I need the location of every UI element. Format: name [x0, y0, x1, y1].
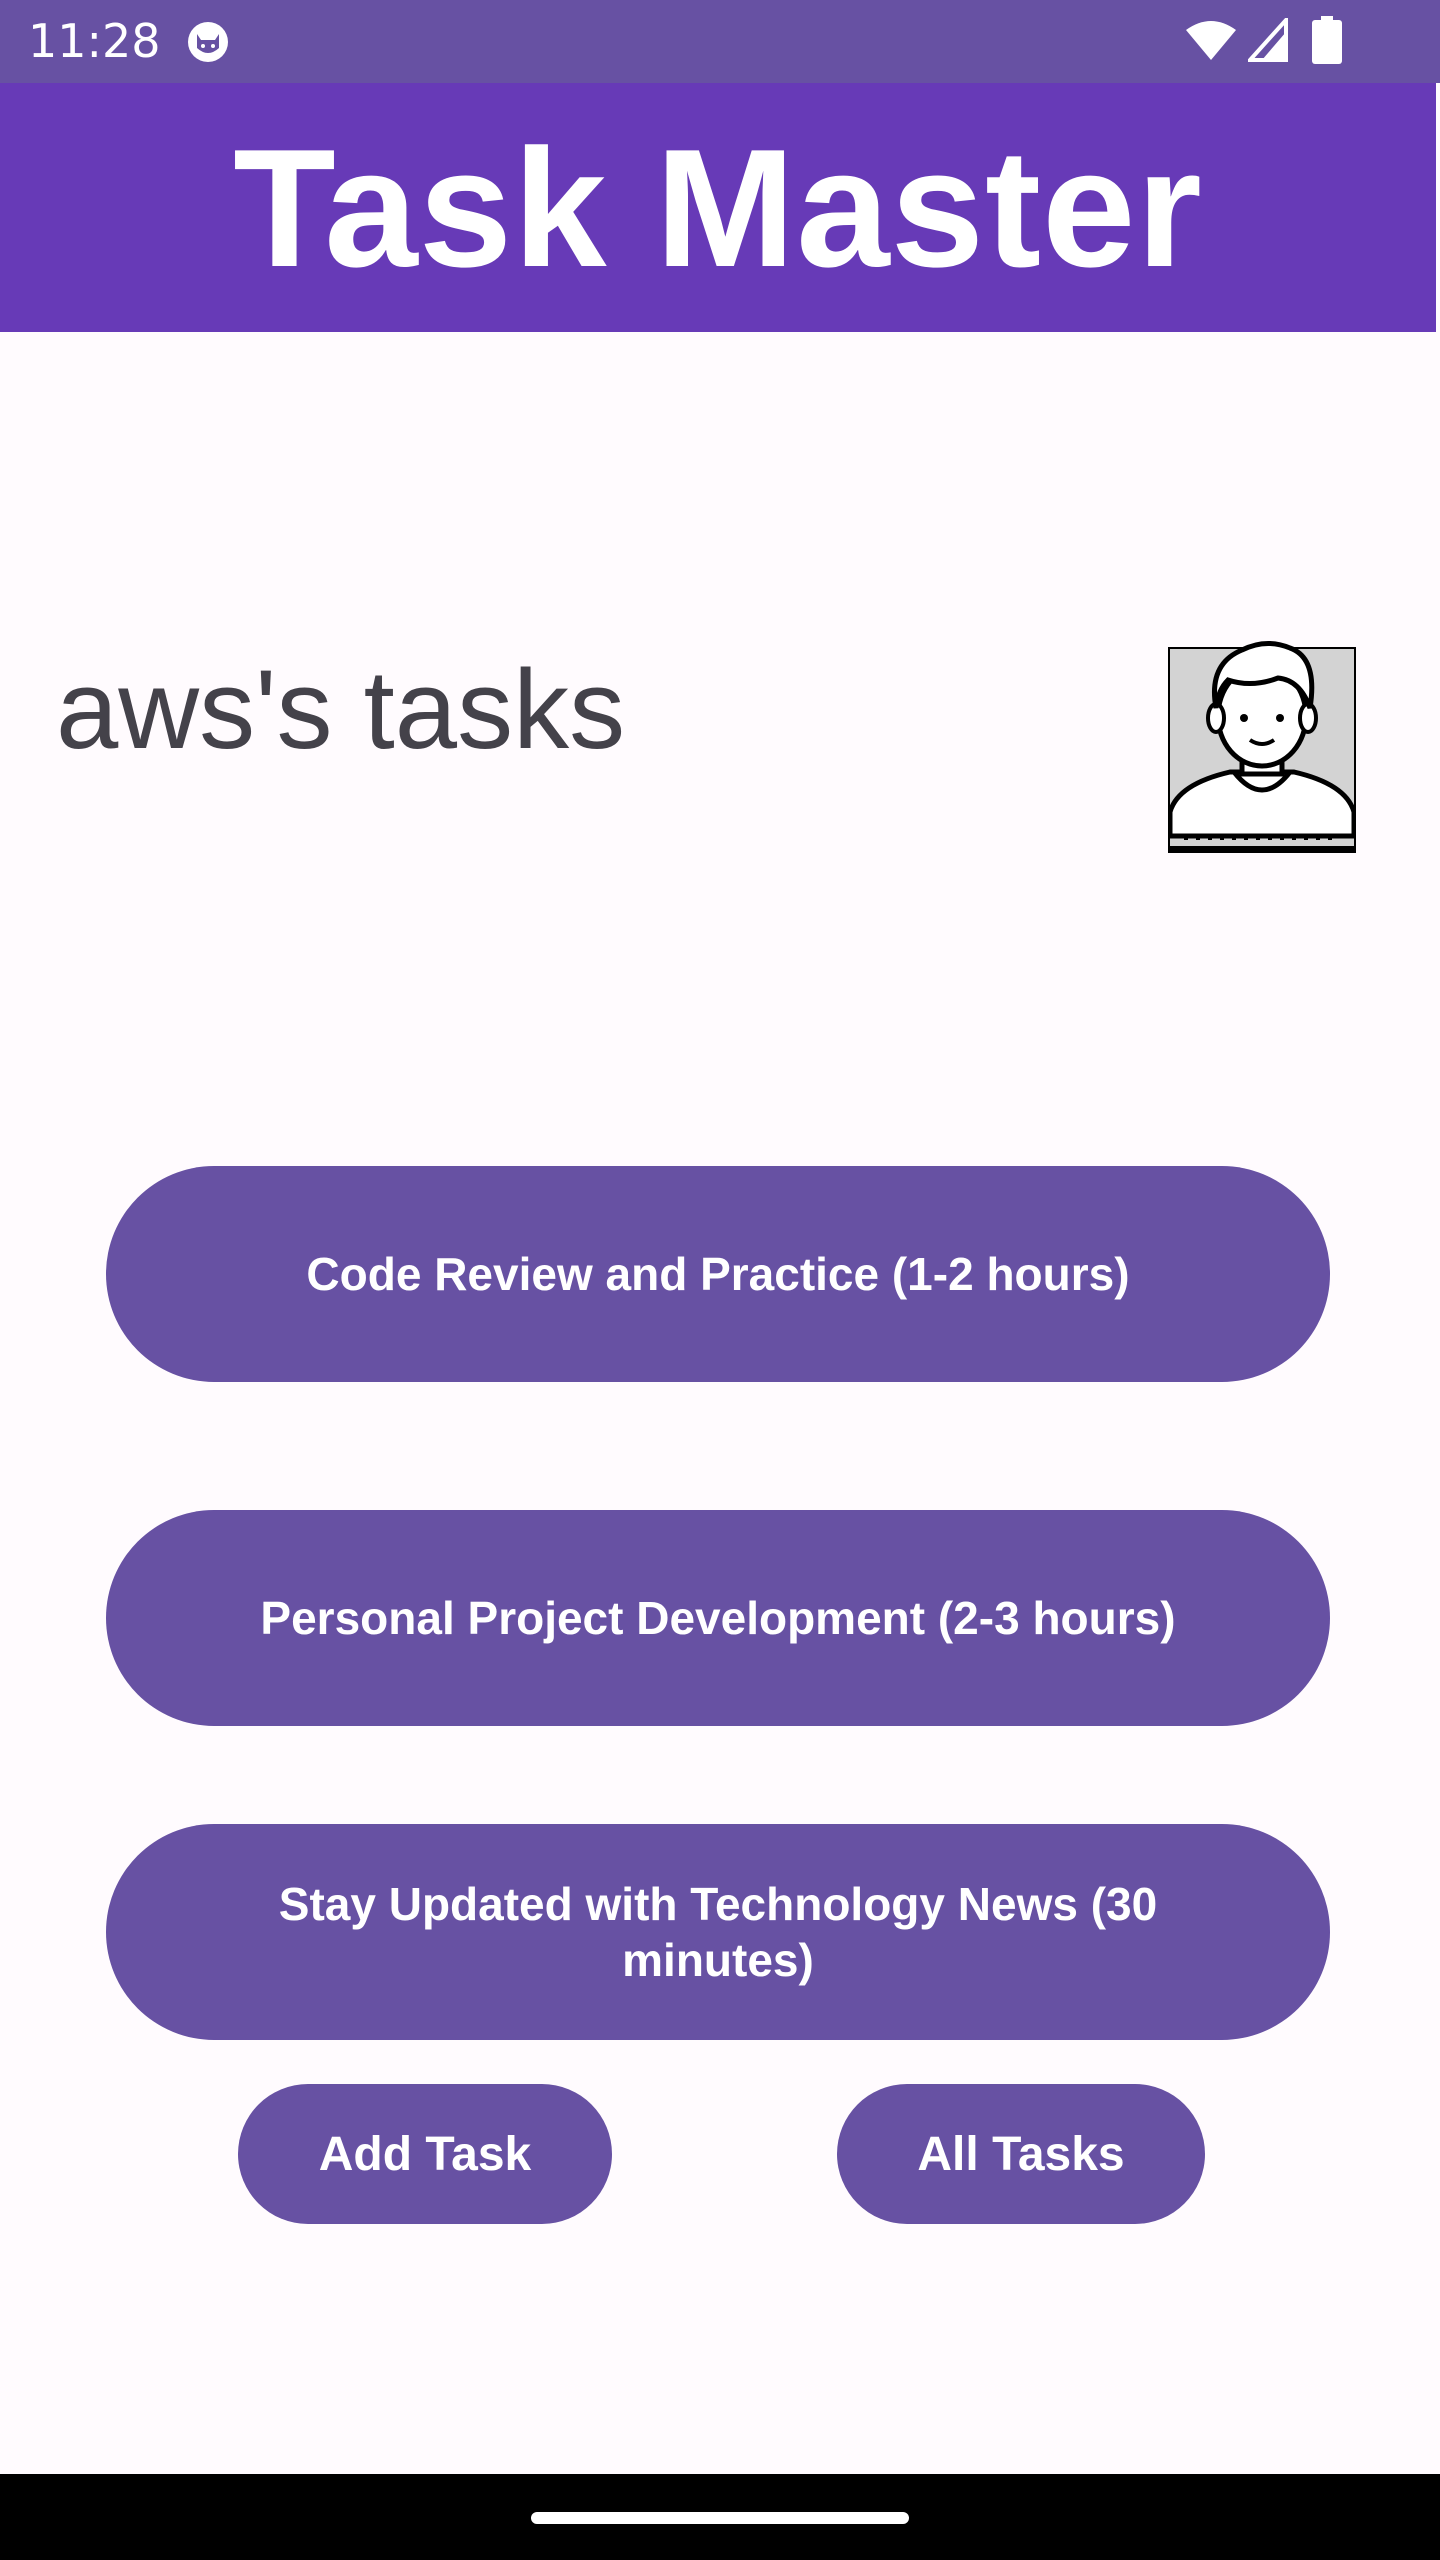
battery-icon	[1312, 16, 1342, 64]
status-bar: 11:28	[0, 0, 1440, 83]
status-time: 11:28	[28, 14, 161, 68]
all-tasks-button[interactable]: All Tasks	[837, 2084, 1205, 2224]
cat-app-icon	[188, 22, 228, 62]
app-title: Task Master	[233, 113, 1203, 302]
task-button-code-review[interactable]: Code Review and Practice (1-2 hours)	[106, 1166, 1330, 1382]
task-button-tech-news[interactable]: Stay Updated with Technology News (30 mi…	[106, 1824, 1330, 2040]
user-avatar[interactable]	[1167, 636, 1357, 854]
add-task-button[interactable]: Add Task	[238, 2084, 612, 2224]
home-gesture-handle[interactable]	[531, 2512, 909, 2524]
page-heading: aws's tasks	[56, 647, 626, 772]
cell-signal-icon	[1248, 18, 1288, 62]
wifi-icon	[1186, 21, 1236, 60]
task-button-personal-project[interactable]: Personal Project Development (2-3 hours)	[106, 1510, 1330, 1726]
app-bar: Task Master	[0, 83, 1436, 332]
user-avatar-icon	[1167, 641, 1357, 853]
